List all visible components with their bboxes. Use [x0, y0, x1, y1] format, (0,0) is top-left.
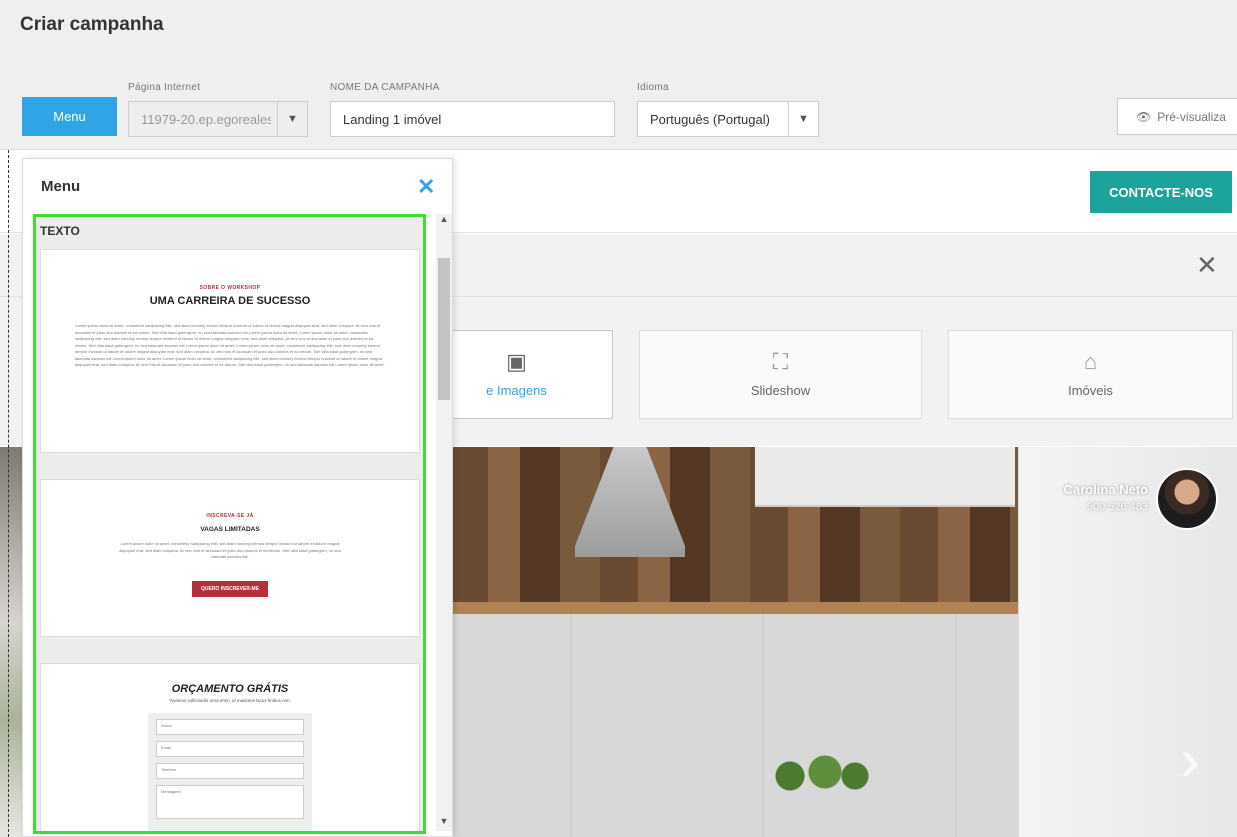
preview-label: Pré-visualiza	[1157, 109, 1226, 124]
campaign-header: Criar campanha Menu Página Internet 1197…	[0, 0, 1237, 150]
template-eyebrow: SOBRE O WORKSHOP	[199, 285, 261, 291]
tile-seam	[955, 614, 957, 837]
image-text-icon: ▣	[506, 349, 527, 374]
template-eyebrow: INSCREVA-SE JÁ	[206, 513, 254, 519]
template-form: Nome Email Telefone Mensagem	[148, 713, 312, 831]
herb-plants	[770, 752, 870, 792]
scrollbar-thumb[interactable]	[438, 258, 450, 400]
template-subheading: Vivamus sollicitudin urna enim, id maxim…	[169, 698, 291, 703]
agent-phone: 900 526 483	[1086, 501, 1148, 513]
tile-label: Slideshow	[750, 383, 811, 398]
close-icon[interactable]: ✕	[1196, 250, 1218, 281]
agent-name: Carolina Neto	[1063, 482, 1148, 497]
preview-button[interactable]: 👁 Pré-visualiza	[1117, 98, 1237, 135]
avatar	[1156, 468, 1218, 530]
chevron-down-icon: ▼	[277, 102, 307, 136]
form-field-name: Nome	[156, 719, 304, 735]
template-heading: UMA CARREIRA DE SUCESSO	[149, 295, 311, 307]
template-body: Lorem ipsum dolor sit amet, consetetur s…	[119, 541, 341, 559]
house-icon: ⌂	[1083, 349, 1098, 374]
eye-icon: 👁	[1136, 109, 1152, 124]
template-text-quote-form[interactable]: ORÇAMENTO GRÁTIS Vivamus sollicitudin ur…	[40, 663, 420, 831]
website-label: Página Internet	[128, 82, 201, 93]
template-cta-button: QUERO INSCREVER-ME	[192, 581, 268, 597]
close-icon[interactable]: ✕	[417, 174, 435, 200]
template-heading: VAGAS LIMITADAS	[200, 526, 260, 533]
language-value: Português (Portugal)	[650, 111, 770, 127]
language-select[interactable]: Português (Portugal) ▼	[637, 101, 819, 137]
menu-scrollbar[interactable]: ▲ ▼	[436, 214, 452, 831]
tile-imoveis[interactable]: ⌂ Imóveis	[948, 330, 1233, 419]
wood-shelf	[450, 602, 1020, 614]
chevron-up-icon[interactable]: ▲	[436, 214, 452, 229]
page-title: Criar campanha	[20, 14, 164, 35]
slideshow-icon: ⛶	[772, 349, 789, 374]
template-list[interactable]: TEXTO SOBRE O WORKSHOP UMA CARREIRA DE S…	[33, 214, 426, 834]
chevron-down-icon[interactable]: ▼	[436, 816, 452, 831]
website-select[interactable]: 11979-20.ep.egoreales ▼	[128, 101, 308, 137]
campaign-name-value: Landing 1 imóvel	[343, 111, 442, 127]
campaign-name-label: NOME DA CAMPANHA	[330, 82, 440, 93]
form-field-phone: Telefone	[156, 763, 304, 779]
tile-seam	[762, 614, 764, 837]
campaign-name-input[interactable]: Landing 1 imóvel	[330, 101, 615, 137]
contact-button[interactable]: CONTACTE-NOS	[1090, 171, 1232, 213]
template-text-career[interactable]: SOBRE O WORKSHOP UMA CARREIRA DE SUCESSO…	[40, 249, 420, 453]
form-field-email: Email	[156, 741, 304, 757]
tile-slideshow[interactable]: ⛶ Slideshow	[639, 330, 922, 419]
menu-title: Menu	[41, 178, 81, 195]
tiled-wall	[450, 614, 1020, 837]
menu-button[interactable]: Menu	[22, 97, 117, 136]
website-value: 11979-20.ep.egoreales	[141, 111, 271, 127]
template-heading: ORÇAMENTO GRÁTIS	[171, 683, 289, 695]
upper-cabinet	[755, 447, 1015, 507]
tile-label: e Imagens	[486, 383, 547, 398]
form-field-message: Mensagem	[156, 785, 304, 819]
section-heading: TEXTO	[40, 224, 80, 238]
chevron-down-icon: ▼	[788, 102, 818, 136]
tile-label: Imóveis	[1068, 383, 1113, 398]
language-label: Idioma	[637, 82, 669, 93]
template-body: Lorem ipsum dolor sit amet, consetetur s…	[75, 323, 385, 367]
tile-seam	[570, 614, 572, 837]
template-text-signup[interactable]: INSCREVA-SE JÁ VAGAS LIMITADAS Lorem ips…	[40, 479, 420, 637]
menu-panel: Menu ✕ TEXTO SOBRE O WORKSHOP UMA CARREI…	[22, 158, 453, 837]
editor-guide-line	[8, 150, 9, 837]
chevron-right-icon[interactable]: ›	[1180, 725, 1200, 794]
